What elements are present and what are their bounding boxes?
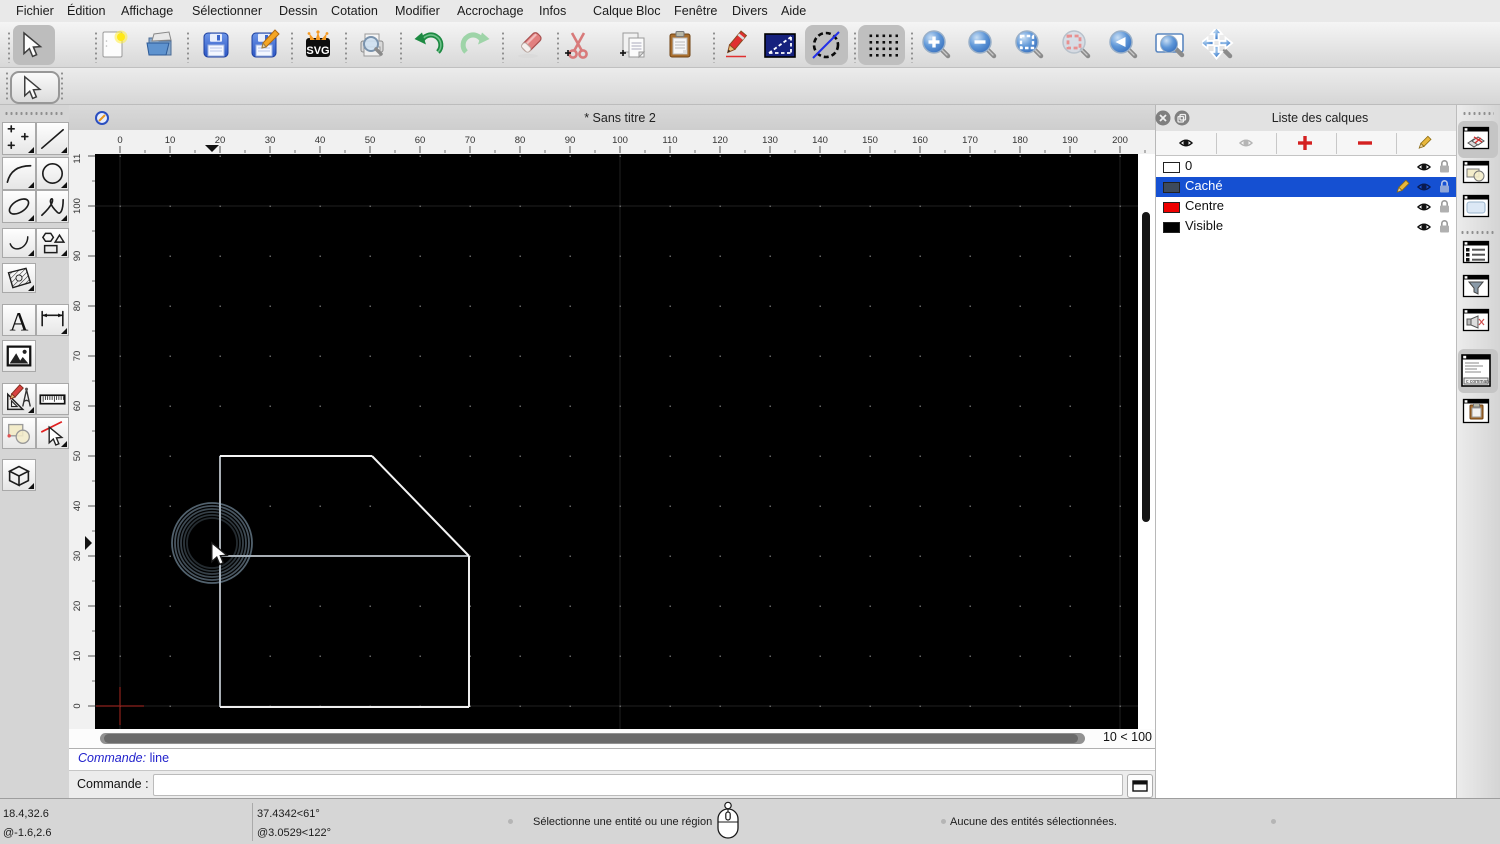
svg-text:70: 70 (72, 351, 83, 362)
svg-text:100: 100 (612, 135, 628, 146)
svg-text:120: 120 (712, 135, 728, 146)
svg-text:30: 30 (265, 135, 276, 146)
svg-text:30: 30 (72, 551, 83, 562)
svg-text:0: 0 (117, 135, 122, 146)
svg-text:SVG: SVG (306, 45, 329, 57)
svg-text:60: 60 (415, 135, 426, 146)
svg-text:70: 70 (465, 135, 476, 146)
svg-text:50: 50 (72, 451, 83, 462)
svg-text:200: 200 (1112, 135, 1128, 146)
svg-text:60: 60 (72, 401, 83, 412)
svg-text:20: 20 (215, 135, 226, 146)
svg-text:130: 130 (762, 135, 778, 146)
svg-text:40: 40 (72, 501, 83, 512)
svg-text:A: A (10, 307, 29, 335)
svg-text:40: 40 (315, 135, 326, 146)
svg-text:160: 160 (912, 135, 928, 146)
svg-text:10: 10 (165, 135, 176, 146)
svg-text:c command: c command (1466, 379, 1491, 385)
svg-text:100: 100 (72, 198, 83, 214)
svg-text:90: 90 (72, 251, 83, 262)
svg-text:110: 110 (662, 135, 677, 146)
svg-text:90: 90 (565, 135, 576, 146)
svg-text:190: 190 (1062, 135, 1078, 146)
svg-text:20: 20 (72, 601, 83, 612)
svg-text:140: 140 (812, 135, 828, 146)
svg-text:150: 150 (862, 135, 878, 146)
svg-text:80: 80 (72, 301, 83, 312)
svg-text:110: 110 (72, 154, 83, 164)
svg-text:50: 50 (365, 135, 376, 146)
svg-text:170: 170 (962, 135, 978, 146)
svg-text:10: 10 (72, 651, 83, 662)
svg-text:80: 80 (515, 135, 526, 146)
svg-text:180: 180 (1012, 135, 1028, 146)
svg-text:0: 0 (72, 703, 83, 708)
